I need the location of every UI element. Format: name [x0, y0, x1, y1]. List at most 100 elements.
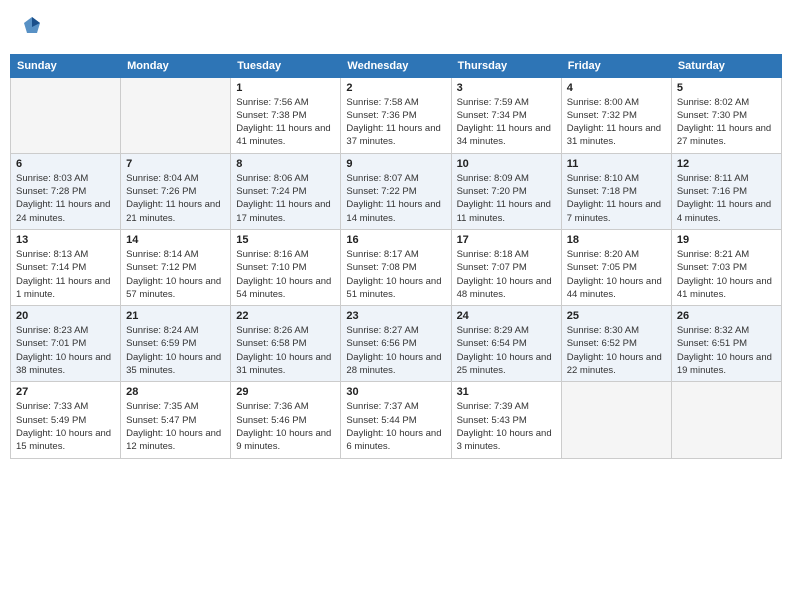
day-number: 2: [346, 82, 445, 94]
day-info: Sunrise: 8:24 AM Sunset: 6:59 PM Dayligh…: [126, 324, 225, 377]
calendar-cell: 11Sunrise: 8:10 AM Sunset: 7:18 PM Dayli…: [561, 153, 671, 229]
day-number: 21: [126, 310, 225, 322]
day-number: 17: [457, 234, 556, 246]
day-info: Sunrise: 7:59 AM Sunset: 7:34 PM Dayligh…: [457, 96, 556, 149]
calendar-cell: 2 Sunrise: 7:58 AM Sunset: 7:36 PM Daylig…: [341, 77, 451, 153]
logo-text: [20, 15, 42, 41]
day-info: Sunrise: 8:17 AM Sunset: 7:08 PM Dayligh…: [346, 248, 445, 301]
calendar-week-row: 27Sunrise: 7:33 AM Sunset: 5:49 PM Dayli…: [11, 382, 782, 458]
calendar-header-row: SundayMondayTuesdayWednesdayThursdayFrid…: [11, 54, 782, 77]
day-info: Sunrise: 7:56 AM Sunset: 7:38 PM Dayligh…: [236, 96, 335, 149]
calendar-cell: 12 Sunrise: 8:11 AM Sunset: 7:16 PM Dayli…: [671, 153, 781, 229]
calendar-cell: [121, 77, 231, 153]
calendar-week-row: 1Sunrise: 7:56 AM Sunset: 7:38 PM Daylig…: [11, 77, 782, 153]
day-info: Sunrise: 7:33 AM Sunset: 5:49 PM Dayligh…: [16, 400, 115, 453]
calendar-cell: 14 Sunrise: 8:14 AM Sunset: 7:12 PM Dayli…: [121, 229, 231, 305]
day-info: Sunrise: 8:18 AM Sunset: 7:07 PM Dayligh…: [457, 248, 556, 301]
day-number: 26: [677, 310, 776, 322]
day-number: 31: [457, 386, 556, 398]
day-number: 19: [677, 234, 776, 246]
calendar-cell: 9 Sunrise: 8:07 AM Sunset: 7:22 PM Daylig…: [341, 153, 451, 229]
calendar-cell: 10Sunrise: 8:09 AM Sunset: 7:20 PM Dayli…: [451, 153, 561, 229]
weekday-header-thursday: Thursday: [451, 54, 561, 77]
calendar-cell: 25Sunrise: 8:30 AM Sunset: 6:52 PM Dayli…: [561, 306, 671, 382]
calendar-cell: 8 Sunrise: 8:06 AM Sunset: 7:24 PM Daylig…: [231, 153, 341, 229]
day-info: Sunrise: 8:32 AM Sunset: 6:51 PM Dayligh…: [677, 324, 776, 377]
calendar-cell: 5Sunrise: 8:02 AM Sunset: 7:30 PM Daylig…: [671, 77, 781, 153]
calendar-cell: 29 Sunrise: 7:36 AM Sunset: 5:46 PM Dayli…: [231, 382, 341, 458]
calendar-cell: 30 Sunrise: 7:37 AM Sunset: 5:44 PM Dayli…: [341, 382, 451, 458]
day-number: 11: [567, 158, 666, 170]
day-info: Sunrise: 8:29 AM Sunset: 6:54 PM Dayligh…: [457, 324, 556, 377]
day-info: Sunrise: 8:16 AM Sunset: 7:10 PM Dayligh…: [236, 248, 335, 301]
calendar-table: SundayMondayTuesdayWednesdayThursdayFrid…: [10, 54, 782, 459]
calendar-cell: 24 Sunrise: 8:29 AM Sunset: 6:54 PM Dayli…: [451, 306, 561, 382]
weekday-header-monday: Monday: [121, 54, 231, 77]
weekday-header-friday: Friday: [561, 54, 671, 77]
day-info: Sunrise: 8:27 AM Sunset: 6:56 PM Dayligh…: [346, 324, 445, 377]
calendar-cell: 27Sunrise: 7:33 AM Sunset: 5:49 PM Dayli…: [11, 382, 121, 458]
day-number: 23: [346, 310, 445, 322]
calendar-cell: 20Sunrise: 8:23 AM Sunset: 7:01 PM Dayli…: [11, 306, 121, 382]
day-number: 29: [236, 386, 335, 398]
day-number: 7: [126, 158, 225, 170]
day-info: Sunrise: 8:00 AM Sunset: 7:32 PM Dayligh…: [567, 96, 666, 149]
calendar-cell: 16 Sunrise: 8:17 AM Sunset: 7:08 PM Dayli…: [341, 229, 451, 305]
calendar-cell: 31 Sunrise: 7:39 AM Sunset: 5:43 PM Dayli…: [451, 382, 561, 458]
day-info: Sunrise: 8:14 AM Sunset: 7:12 PM Dayligh…: [126, 248, 225, 301]
day-number: 8: [236, 158, 335, 170]
day-number: 10: [457, 158, 556, 170]
calendar-cell: 3 Sunrise: 7:59 AM Sunset: 7:34 PM Daylig…: [451, 77, 561, 153]
calendar-cell: 13Sunrise: 8:13 AM Sunset: 7:14 PM Dayli…: [11, 229, 121, 305]
day-number: 24: [457, 310, 556, 322]
day-number: 4: [567, 82, 666, 94]
page-header: [10, 10, 782, 46]
logo: [20, 15, 42, 41]
day-number: 18: [567, 234, 666, 246]
day-number: 16: [346, 234, 445, 246]
day-number: 14: [126, 234, 225, 246]
calendar-cell: 22 Sunrise: 8:26 AM Sunset: 6:58 PM Dayli…: [231, 306, 341, 382]
calendar-cell: 15Sunrise: 8:16 AM Sunset: 7:10 PM Dayli…: [231, 229, 341, 305]
day-info: Sunrise: 7:36 AM Sunset: 5:46 PM Dayligh…: [236, 400, 335, 453]
day-info: Sunrise: 8:30 AM Sunset: 6:52 PM Dayligh…: [567, 324, 666, 377]
day-number: 3: [457, 82, 556, 94]
calendar-cell: 19 Sunrise: 8:21 AM Sunset: 7:03 PM Dayli…: [671, 229, 781, 305]
calendar-cell: 17 Sunrise: 8:18 AM Sunset: 7:07 PM Dayli…: [451, 229, 561, 305]
day-info: Sunrise: 8:20 AM Sunset: 7:05 PM Dayligh…: [567, 248, 666, 301]
day-number: 9: [346, 158, 445, 170]
day-number: 12: [677, 158, 776, 170]
weekday-header-wednesday: Wednesday: [341, 54, 451, 77]
calendar-week-row: 6Sunrise: 8:03 AM Sunset: 7:28 PM Daylig…: [11, 153, 782, 229]
day-info: Sunrise: 8:26 AM Sunset: 6:58 PM Dayligh…: [236, 324, 335, 377]
day-info: Sunrise: 7:39 AM Sunset: 5:43 PM Dayligh…: [457, 400, 556, 453]
day-number: 6: [16, 158, 115, 170]
day-info: Sunrise: 8:06 AM Sunset: 7:24 PM Dayligh…: [236, 172, 335, 225]
calendar-cell: 18 Sunrise: 8:20 AM Sunset: 7:05 PM Dayli…: [561, 229, 671, 305]
day-number: 28: [126, 386, 225, 398]
calendar-cell: 23 Sunrise: 8:27 AM Sunset: 6:56 PM Dayli…: [341, 306, 451, 382]
day-info: Sunrise: 7:58 AM Sunset: 7:36 PM Dayligh…: [346, 96, 445, 149]
weekday-header-saturday: Saturday: [671, 54, 781, 77]
day-info: Sunrise: 8:21 AM Sunset: 7:03 PM Dayligh…: [677, 248, 776, 301]
calendar-week-row: 20Sunrise: 8:23 AM Sunset: 7:01 PM Dayli…: [11, 306, 782, 382]
day-info: Sunrise: 8:11 AM Sunset: 7:16 PM Dayligh…: [677, 172, 776, 225]
day-info: Sunrise: 8:07 AM Sunset: 7:22 PM Dayligh…: [346, 172, 445, 225]
calendar-cell: 21 Sunrise: 8:24 AM Sunset: 6:59 PM Dayli…: [121, 306, 231, 382]
day-number: 22: [236, 310, 335, 322]
day-number: 30: [346, 386, 445, 398]
calendar-cell: 7 Sunrise: 8:04 AM Sunset: 7:26 PM Daylig…: [121, 153, 231, 229]
calendar-week-row: 13Sunrise: 8:13 AM Sunset: 7:14 PM Dayli…: [11, 229, 782, 305]
calendar-cell: [671, 382, 781, 458]
day-number: 13: [16, 234, 115, 246]
day-info: Sunrise: 7:37 AM Sunset: 5:44 PM Dayligh…: [346, 400, 445, 453]
day-info: Sunrise: 8:04 AM Sunset: 7:26 PM Dayligh…: [126, 172, 225, 225]
day-number: 20: [16, 310, 115, 322]
day-info: Sunrise: 8:02 AM Sunset: 7:30 PM Dayligh…: [677, 96, 776, 149]
calendar-cell: 1Sunrise: 7:56 AM Sunset: 7:38 PM Daylig…: [231, 77, 341, 153]
calendar-cell: [11, 77, 121, 153]
calendar-cell: 6Sunrise: 8:03 AM Sunset: 7:28 PM Daylig…: [11, 153, 121, 229]
weekday-header-sunday: Sunday: [11, 54, 121, 77]
calendar-cell: [561, 382, 671, 458]
weekday-header-tuesday: Tuesday: [231, 54, 341, 77]
